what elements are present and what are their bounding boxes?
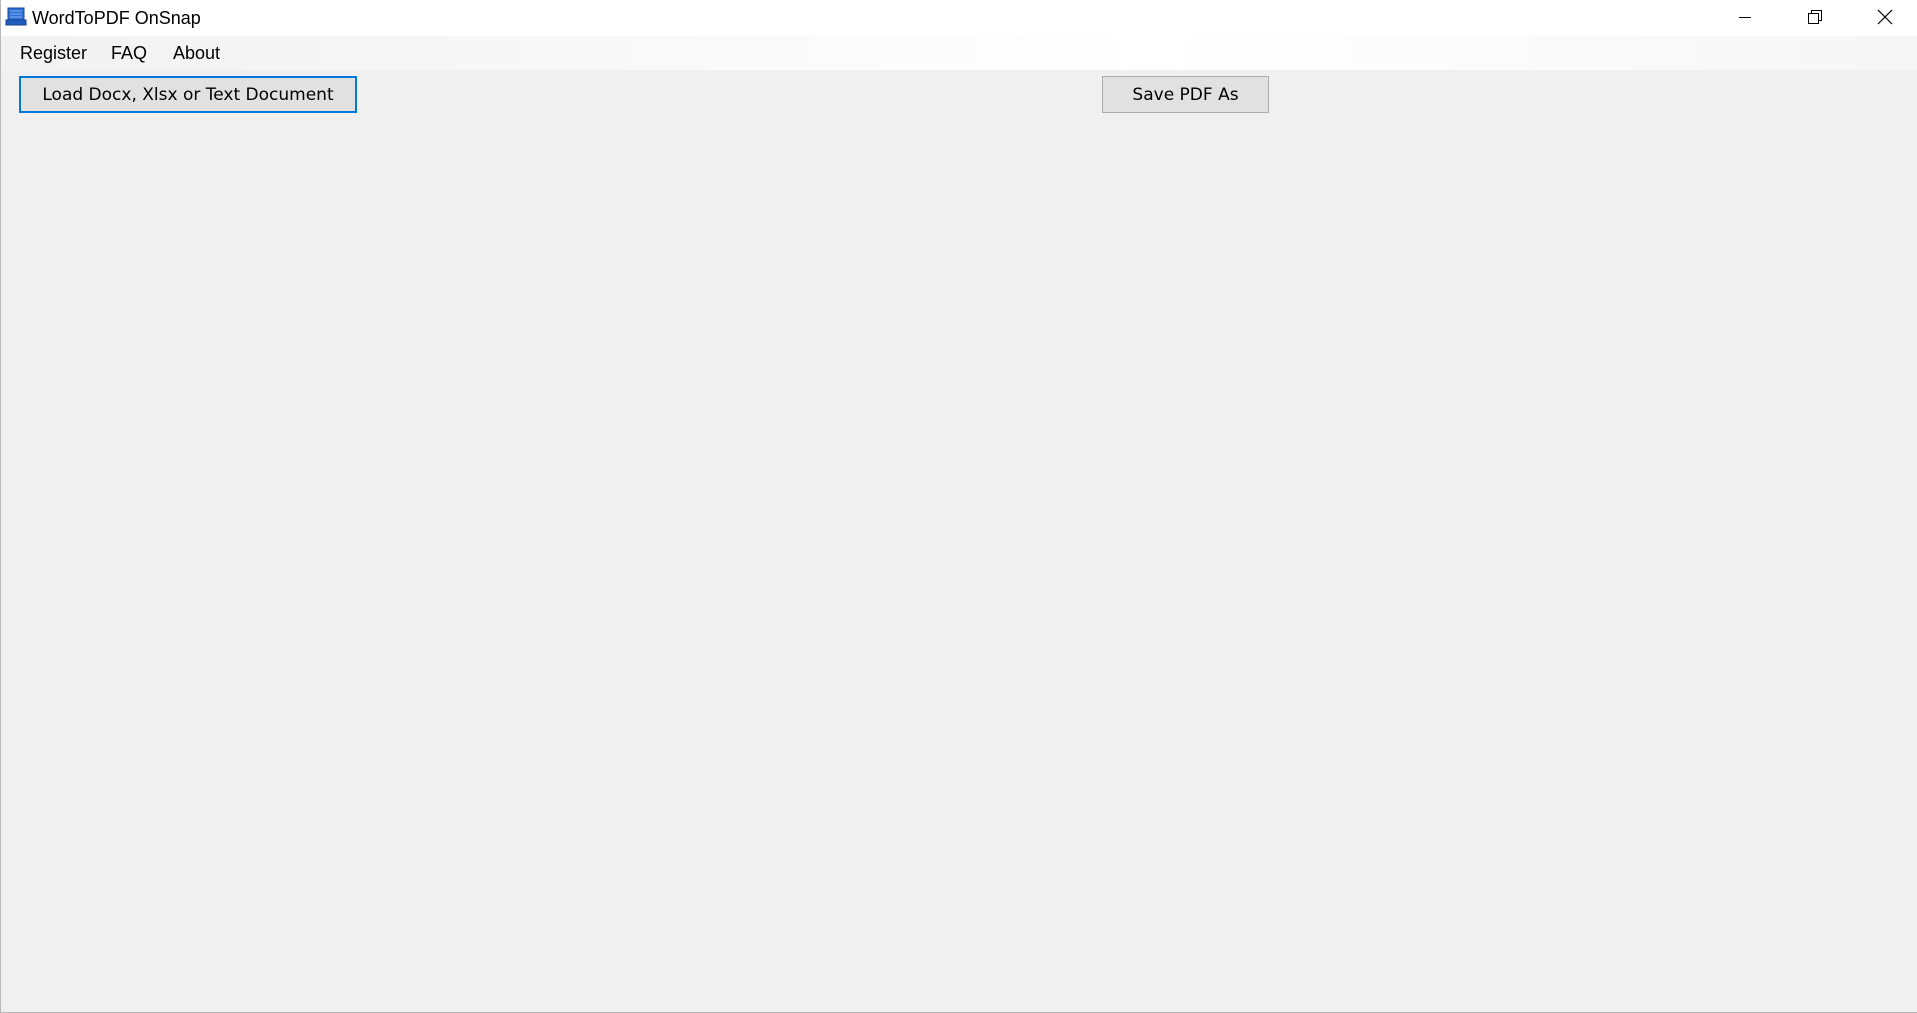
menu-item-about[interactable]: About <box>173 42 220 64</box>
menu-bar: Register FAQ About <box>1 36 1917 70</box>
close-icon <box>1876 8 1894 26</box>
menu-item-faq[interactable]: FAQ <box>111 42 147 64</box>
window-title: WordToPDF OnSnap <box>32 8 201 28</box>
minimize-button[interactable] <box>1710 0 1780 34</box>
restore-button[interactable] <box>1780 0 1850 34</box>
app-window: WordToPDF OnSnap Register FAQ About Load… <box>0 0 1917 1013</box>
minimize-icon <box>1737 9 1753 25</box>
close-button[interactable] <box>1850 0 1917 34</box>
load-document-button[interactable]: Load Docx, Xlsx or Text Document <box>19 76 357 113</box>
menu-item-register[interactable]: Register <box>20 42 87 64</box>
restore-icon <box>1807 9 1823 25</box>
title-bar[interactable]: WordToPDF OnSnap <box>1 0 1917 36</box>
printer-app-icon[interactable] <box>5 7 27 27</box>
save-pdf-as-button[interactable]: Save PDF As <box>1102 76 1269 113</box>
